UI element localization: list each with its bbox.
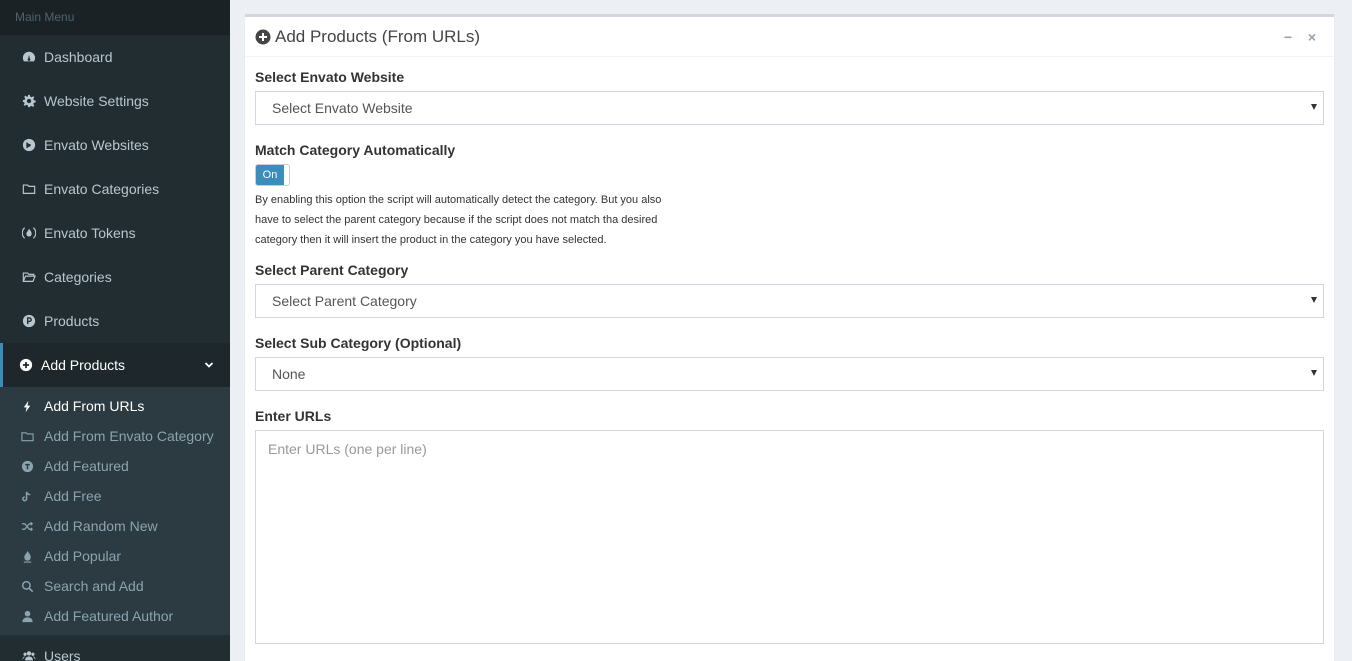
gear-icon [21, 93, 37, 109]
sidebar-item-categories[interactable]: Categories [0, 255, 230, 299]
sidebar-subitem-label: Add From URLs [44, 398, 145, 414]
sidebar-subitem-search-and-add[interactable]: Search and Add [0, 571, 230, 601]
sidebar-subitem-add-popular[interactable]: Add Popular [0, 541, 230, 571]
add-products-submenu: Add From URLs Add From Envato Category A… [0, 387, 230, 635]
sidebar-item-label: Dashboard [44, 49, 113, 65]
sidebar-item-label: Users [44, 648, 81, 661]
sidebar-item-label: Add Products [41, 357, 126, 373]
folder-open-icon [21, 269, 37, 285]
sidebar-subitem-label: Add Featured [44, 458, 129, 474]
sidebar-item-label: Envato Websites [44, 137, 149, 153]
website-select[interactable]: Select Envato Website [255, 91, 1324, 125]
user-icon [20, 609, 34, 623]
sidebar-item-add-products[interactable]: Add Products [0, 343, 230, 387]
box-body: Select Envato Website Select Envato Webs… [245, 69, 1334, 644]
sidebar-subitem-label: Add Random New [44, 518, 158, 534]
sidebar-item-label: Website Settings [44, 93, 149, 109]
sidebar-subitem-add-random-new[interactable]: Add Random New [0, 511, 230, 541]
sidebar-subitem-add-from-envato-category[interactable]: Add From Envato Category [0, 421, 230, 451]
add-products-box: Add Products (From URLs) − × Select Enva… [245, 14, 1334, 661]
globe-icon [21, 137, 37, 153]
close-button[interactable]: × [1300, 27, 1324, 47]
caret-down-icon [1311, 104, 1317, 110]
sidebar-item-envato-categories[interactable]: Envato Categories [0, 167, 230, 211]
sidebar-subitem-label: Add From Envato Category [44, 428, 214, 444]
users-icon [21, 648, 37, 661]
caret-down-icon [1311, 297, 1317, 303]
sidebar-item-label: Envato Tokens [44, 225, 136, 241]
sub-category-select[interactable]: None [255, 357, 1324, 391]
urls-textarea[interactable]: Enter URLs (one per line) [255, 430, 1324, 644]
parent-category-select[interactable]: Select Parent Category [255, 284, 1324, 318]
dashboard-icon [21, 49, 37, 65]
sidebar-item-envato-tokens[interactable]: Envato Tokens [0, 211, 230, 255]
tiktok-style-icon [20, 489, 34, 503]
box-tools: − × [1276, 27, 1324, 47]
sidebar-item-label: Categories [44, 269, 112, 285]
sub-category-label: Select Sub Category (Optional) [255, 335, 462, 351]
sidebar-item-label: Envato Categories [44, 181, 160, 197]
shuffle-icon [20, 519, 34, 533]
sidebar-subitem-label: Add Featured Author [44, 608, 174, 624]
fire-badge-icon [21, 225, 37, 241]
box-title: Add Products (From URLs) [275, 26, 480, 46]
parent-category-select-value: Select Parent Category [272, 293, 417, 309]
box-header: Add Products (From URLs) − × [245, 17, 1334, 57]
urls-label: Enter URLs [255, 408, 332, 424]
match-category-label: Match Category Automatically [255, 142, 456, 158]
sidebar-subitem-label: Search and Add [44, 578, 144, 594]
search-icon [20, 579, 34, 593]
minimize-button[interactable]: − [1276, 27, 1300, 47]
sidebar-item-dashboard[interactable]: Dashboard [0, 35, 230, 79]
content-area: Add Products (From URLs) − × Select Enva… [230, 0, 1352, 661]
sidebar-item-label: Products [44, 313, 100, 329]
sidebar-subitem-add-from-urls[interactable]: Add From URLs [0, 391, 230, 421]
fire-icon [20, 549, 34, 563]
website-label: Select Envato Website [255, 69, 405, 85]
parent-category-label: Select Parent Category [255, 262, 409, 278]
plus-circle-icon [255, 29, 271, 45]
sidebar-item-users[interactable]: Users [0, 635, 230, 661]
sidebar-item-products[interactable]: Products [0, 299, 230, 343]
sidebar-subitem-add-featured-author[interactable]: Add Featured Author [0, 601, 230, 631]
sidebar-subitem-label: Add Free [44, 488, 102, 504]
sub-category-select-value: None [272, 366, 306, 382]
plus-circle-icon [18, 357, 34, 373]
folder-icon [20, 429, 34, 443]
sidebar-header: Main Menu [0, 0, 230, 35]
featured-badge-icon [20, 459, 34, 473]
toggle-on-label: On [256, 165, 284, 185]
product-p-icon [21, 313, 37, 329]
caret-down-icon [1311, 370, 1317, 376]
match-category-toggle[interactable]: On [255, 164, 290, 186]
bolt-icon [20, 399, 34, 413]
folder-icon [21, 181, 37, 197]
sidebar-subitem-label: Add Popular [44, 548, 122, 564]
urls-placeholder: Enter URLs (one per line) [268, 441, 427, 457]
sidebar-item-envato-websites[interactable]: Envato Websites [0, 123, 230, 167]
sidebar-subitem-add-featured[interactable]: Add Featured [0, 451, 230, 481]
toggle-handle [284, 165, 289, 185]
match-category-help-text: By enabling this option the script will … [255, 194, 662, 246]
website-select-value: Select Envato Website [272, 100, 413, 116]
chevron-down-icon [204, 360, 214, 370]
sidebar: Main Menu Dashboard Website Settings Env… [0, 0, 230, 661]
sidebar-subitem-add-free[interactable]: Add Free [0, 481, 230, 511]
sidebar-item-website-settings[interactable]: Website Settings [0, 79, 230, 123]
